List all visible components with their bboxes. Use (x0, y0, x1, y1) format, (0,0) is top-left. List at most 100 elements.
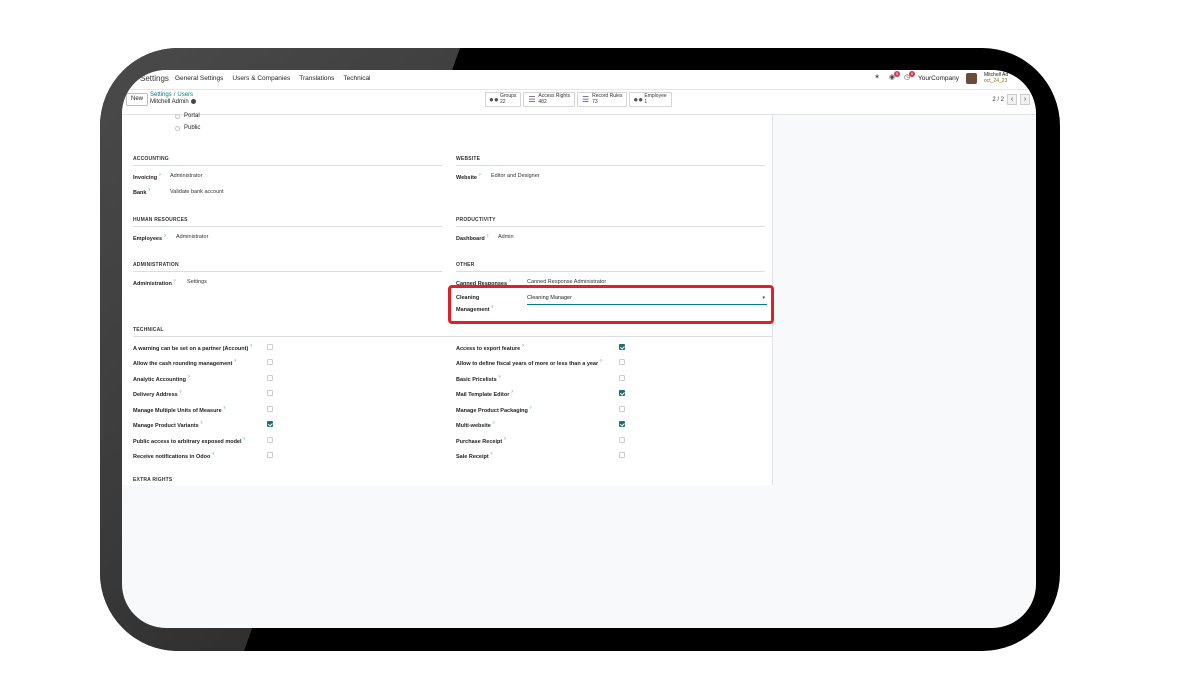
clock-icon[interactable]: ◷ 6 (903, 71, 916, 82)
help-icon[interactable]: ? (243, 436, 245, 441)
avatar[interactable] (966, 72, 977, 84)
menu-technical[interactable]: Technical (343, 75, 370, 82)
checkbox-product-variants[interactable] (267, 421, 273, 427)
help-icon[interactable]: ? (498, 374, 500, 379)
checkbox-multi-website[interactable] (619, 421, 625, 427)
field-website: Website ? (456, 172, 481, 181)
tech-label-analytic-accounting: Analytic Accounting ? (133, 374, 190, 383)
checkbox-partner-warning[interactable] (267, 344, 273, 350)
radio-circle[interactable] (175, 125, 180, 131)
help-icon[interactable]: ? (529, 405, 531, 410)
help-icon[interactable]: ? (159, 172, 161, 177)
activity-badge: 6 (909, 71, 916, 77)
checkbox-product-packaging[interactable] (619, 406, 625, 412)
access-rights-button[interactable]: ☰ Access Rights 482 (523, 92, 576, 107)
checkbox-analytic-accounting[interactable] (267, 375, 273, 381)
menu-translations[interactable]: Translations (299, 75, 334, 82)
checkbox-delivery-address[interactable] (267, 390, 273, 396)
administration-label: Administration ? (133, 278, 176, 287)
app-name[interactable]: Settings (140, 74, 169, 83)
radio-label: Public (184, 125, 201, 131)
checkbox-export[interactable] (619, 344, 625, 350)
invoicing-value[interactable]: Administrator (170, 173, 202, 179)
field-administration: Administration ? (133, 278, 176, 287)
help-icon[interactable]: ? (173, 278, 175, 283)
groups-button[interactable]: ●● Groups 22 (485, 92, 522, 107)
chat-icon[interactable]: ◉ 5 (888, 71, 901, 82)
checkbox-mail-template[interactable] (619, 390, 625, 396)
dashboard-label: Dashboard ? (456, 233, 489, 242)
user-menu[interactable]: Mitchell Ad oct_24_23 (984, 72, 1022, 84)
new-button[interactable]: New (126, 93, 148, 106)
tech-label-delivery-address: Delivery Address ? (133, 389, 182, 398)
main-menu: General Settings Users & Companies Trans… (175, 75, 371, 82)
help-icon[interactable]: ? (492, 420, 494, 425)
radio-public[interactable]: Public (175, 125, 200, 131)
help-icon[interactable]: ? (522, 343, 524, 348)
app-screen: Settings General Settings Users & Compan… (122, 70, 1036, 628)
help-icon[interactable]: ? (504, 436, 506, 441)
chevron-left-icon[interactable]: ‹ (1007, 94, 1017, 105)
checkbox-purchase-receipt[interactable] (619, 437, 625, 443)
section-accounting: ACCOUNTING (133, 156, 442, 166)
help-icon[interactable]: ? (490, 451, 492, 456)
help-icon[interactable]: ? (188, 374, 190, 379)
help-icon[interactable]: ? (509, 278, 511, 283)
checkbox-sale-receipt[interactable] (619, 452, 625, 458)
help-icon[interactable]: ? (164, 233, 166, 238)
checkbox-public-access[interactable] (267, 437, 273, 443)
checkbox-basic-pricelists[interactable] (619, 375, 625, 381)
record-rules-button[interactable]: ☰ Record Rules 73 (577, 92, 628, 107)
groups-count: 22 (500, 98, 506, 105)
help-icon[interactable]: ? (511, 389, 513, 394)
administration-value[interactable]: Settings (187, 279, 207, 285)
field-invoicing: Invoicing ? (133, 172, 161, 181)
checkbox-cash-rounding[interactable] (267, 359, 273, 365)
help-icon[interactable]: ? (486, 233, 488, 238)
tech-label-cash-rounding: Allow the cash rounding management ? (133, 358, 237, 367)
help-icon[interactable]: ? (479, 172, 481, 177)
tech-label-notifications: Receive notifications in Odoo ? (133, 451, 215, 460)
bank-value[interactable]: Validate bank account (170, 189, 224, 195)
breadcrumb-users[interactable]: Users (177, 92, 193, 98)
menu-users-companies[interactable]: Users & Companies (232, 75, 290, 82)
radio-portal[interactable]: Portal (175, 113, 200, 119)
help-icon[interactable]: ? (148, 187, 150, 192)
company-switcher[interactable]: YourCompany (918, 75, 959, 82)
breadcrumb-separator: / (173, 92, 176, 98)
help-icon[interactable]: ? (234, 358, 236, 363)
checkbox-units-of-measure[interactable] (267, 406, 273, 412)
checkbox-fiscal-years[interactable] (619, 359, 625, 365)
section-technical: TECHNICAL (133, 327, 773, 337)
website-value[interactable]: Editor and Designer (491, 173, 540, 179)
pager-value[interactable]: 2 / 2 (992, 97, 1004, 103)
section-extra-rights: EXTRA RIGHTS (133, 477, 173, 483)
help-icon[interactable]: ? (212, 451, 214, 456)
breadcrumb-settings[interactable]: Settings (150, 92, 172, 98)
control-panel: New Settings / Users Mitchell Admin ●● Gro… (122, 90, 1036, 115)
bug-icon[interactable]: ✶ (873, 74, 881, 82)
employee-button[interactable]: ●● Employee 1 (629, 92, 672, 107)
employee-icon: ●● (633, 95, 644, 104)
tech-label-product-variants: Manage Product Variants ? (133, 420, 203, 429)
chevron-right-icon[interactable]: › (1020, 94, 1030, 105)
help-icon[interactable]: ? (223, 405, 225, 410)
menu-general-settings[interactable]: General Settings (175, 75, 223, 82)
field-bank: Bank ? (133, 187, 150, 196)
help-icon[interactable]: ? (179, 389, 181, 394)
employees-value[interactable]: Administrator (176, 234, 208, 240)
tech-label-basic-pricelists: Basic Pricelists ? (456, 374, 501, 383)
tech-label-mail-template: Mail Template Editor ? (456, 389, 514, 398)
checkbox-notifications[interactable] (267, 452, 273, 458)
help-icon[interactable]: ? (250, 343, 252, 348)
tech-label-product-packaging: Manage Product Packaging ? (456, 405, 532, 414)
dashboard-value[interactable]: Admin (498, 234, 514, 240)
radio-circle[interactable] (175, 113, 180, 119)
tech-label-public-access: Public access to arbitrary exposed model… (133, 436, 246, 445)
help-icon[interactable]: ? (600, 358, 602, 363)
website-label: Website ? (456, 172, 481, 181)
record-rules-text: Record Rules 73 (592, 93, 622, 105)
gear-icon[interactable] (190, 99, 196, 104)
employee-text: Employee 1 (644, 93, 666, 105)
help-icon[interactable]: ? (200, 420, 202, 425)
